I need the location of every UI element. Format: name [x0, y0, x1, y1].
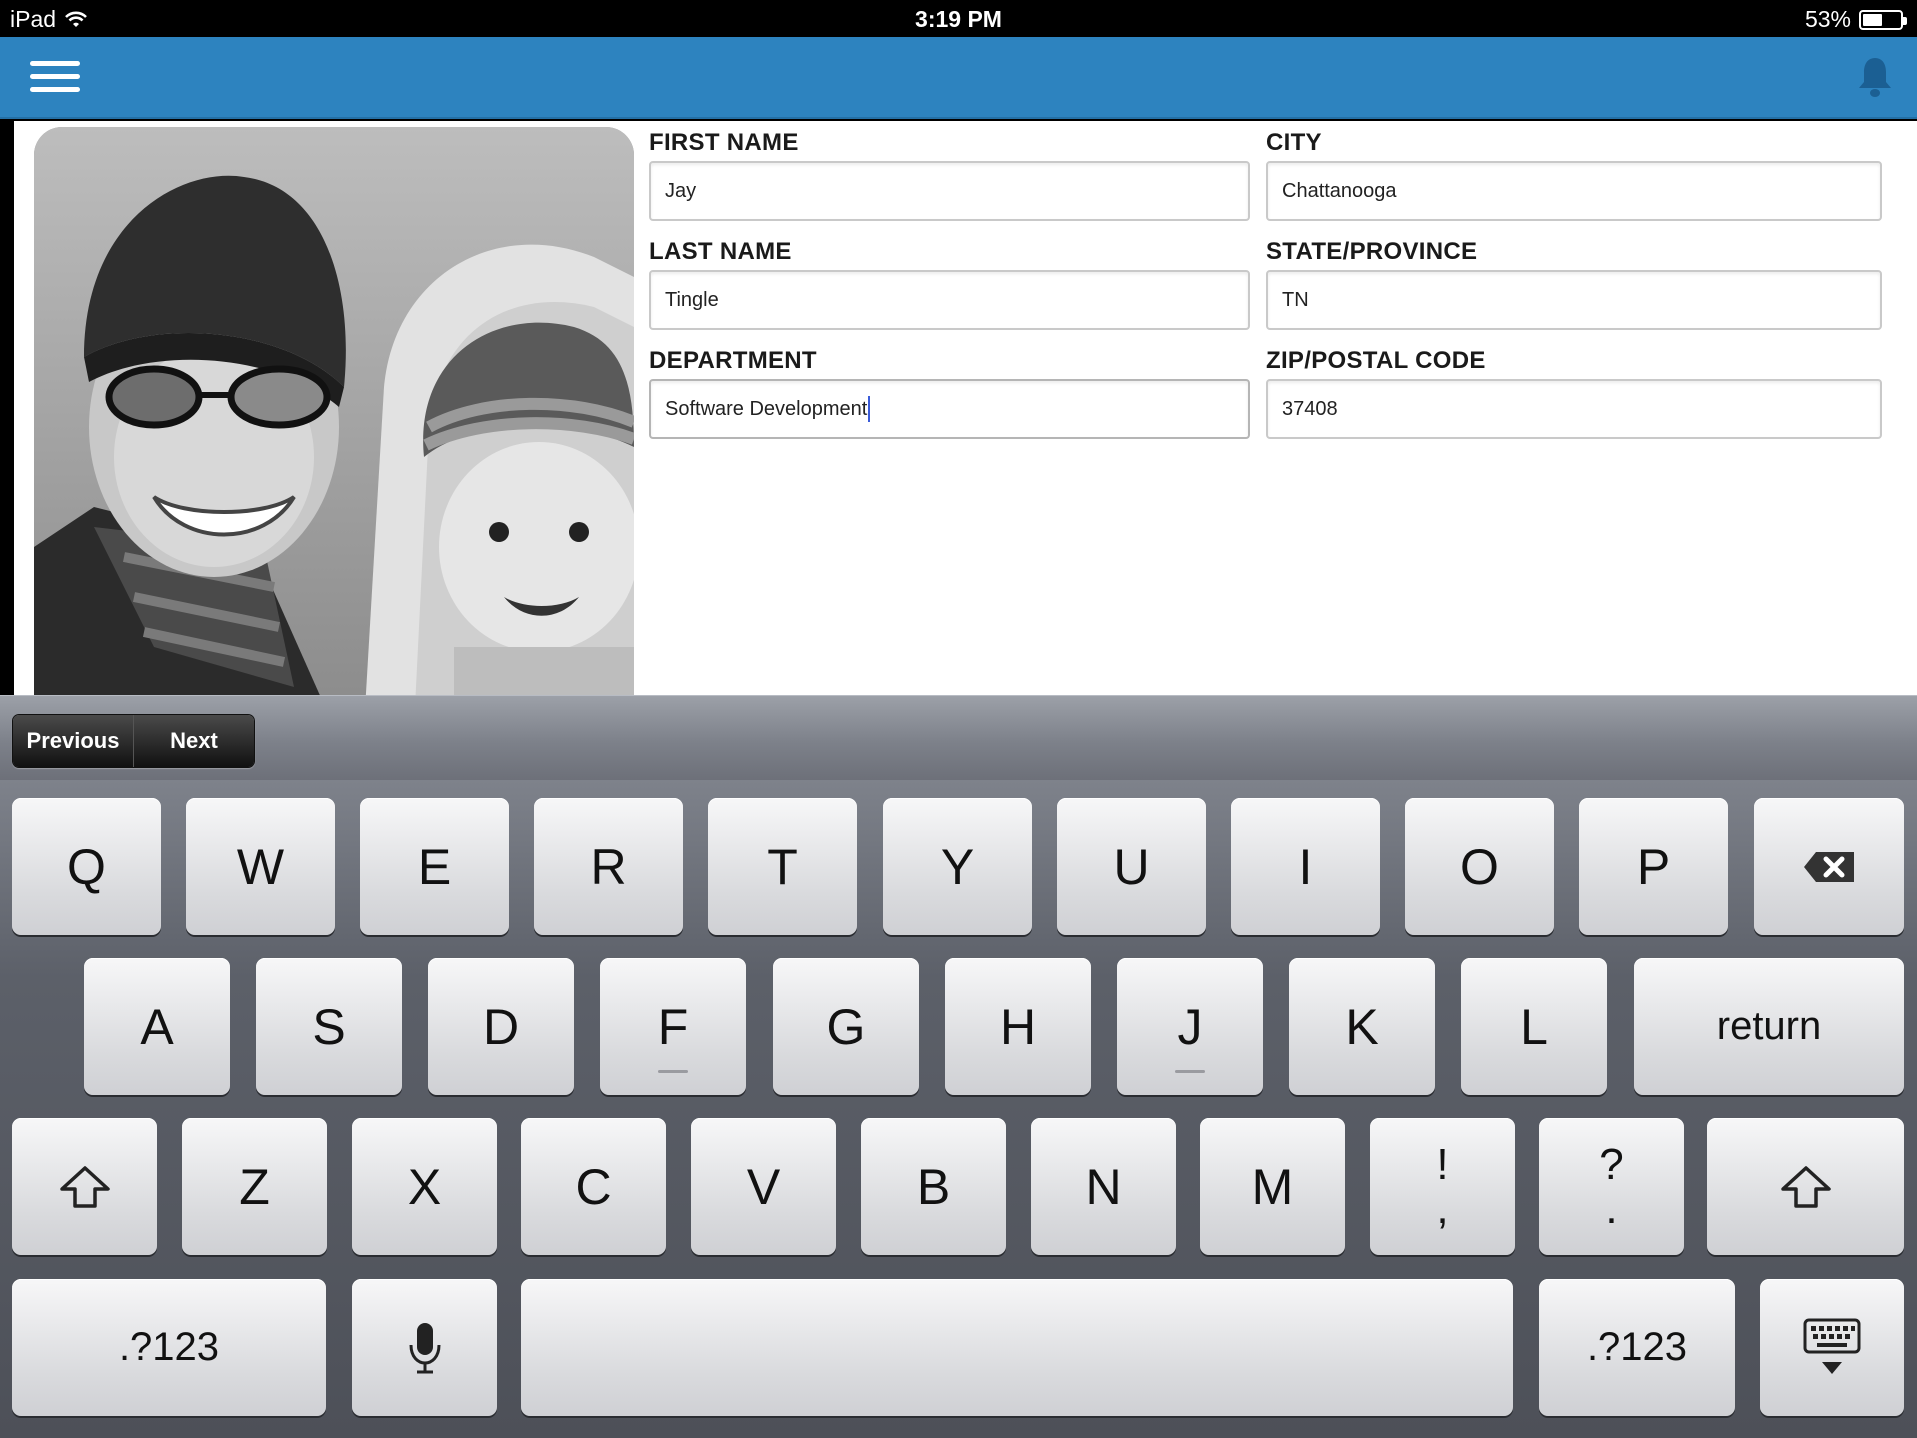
key-x[interactable]: X — [352, 1118, 497, 1255]
clock: 3:19 PM — [915, 6, 1002, 32]
key-c[interactable]: C — [521, 1118, 666, 1255]
key-l[interactable]: L — [1461, 958, 1607, 1095]
city-value: Chattanooga — [1282, 179, 1397, 202]
key-y[interactable]: Y — [883, 798, 1032, 935]
key-z[interactable]: Z — [182, 1118, 327, 1255]
last-name-label: LAST NAME — [649, 238, 792, 265]
zip-input[interactable]: 37408 — [1266, 379, 1882, 439]
city-field-group: CITY Chattanooga — [1266, 129, 1882, 221]
dismiss-keyboard-key[interactable] — [1760, 1279, 1904, 1416]
key-period-label: . — [1605, 1183, 1618, 1233]
status-bar: iPad 3:19 PM 53% — [0, 0, 1917, 37]
city-label: CITY — [1266, 129, 1322, 156]
key-e[interactable]: E — [360, 798, 509, 935]
key-o[interactable]: O — [1405, 798, 1554, 935]
dictation-key[interactable] — [352, 1279, 497, 1416]
shift-key-right[interactable] — [1707, 1118, 1904, 1255]
battery-percent: 53% — [1804, 6, 1851, 32]
key-d[interactable]: D — [428, 958, 574, 1095]
first-name-label: FIRST NAME — [649, 129, 799, 156]
key-t[interactable]: T — [708, 798, 857, 935]
key-r[interactable]: R — [534, 798, 683, 935]
next-button[interactable]: Next — [134, 715, 254, 767]
numbers-key-right[interactable]: .?123 — [1539, 1279, 1735, 1416]
backspace-key[interactable] — [1754, 798, 1904, 935]
battery-icon — [1859, 9, 1907, 30]
state-value: TN — [1282, 288, 1309, 311]
profile-photo — [34, 127, 634, 727]
state-label: STATE/PROVINCE — [1266, 238, 1478, 265]
key-q[interactable]: Q — [12, 798, 161, 935]
keyboard-accessory-bar: Previous Next — [0, 695, 1917, 780]
department-field-group: DEPARTMENT Software Development — [649, 347, 1250, 439]
key-comma-label: , — [1436, 1183, 1449, 1233]
department-label: DEPARTMENT — [649, 347, 817, 374]
key-v[interactable]: V — [691, 1118, 836, 1255]
key-m[interactable]: M — [1200, 1118, 1345, 1255]
shift-key-left[interactable] — [12, 1118, 157, 1255]
backspace-icon — [1804, 851, 1854, 882]
home-row-bump — [658, 1070, 688, 1073]
key-s[interactable]: S — [256, 958, 402, 1095]
last-name-input[interactable]: Tingle — [649, 270, 1250, 330]
hamburger-menu-icon[interactable] — [30, 61, 80, 97]
home-row-bump — [1175, 1070, 1205, 1073]
key-p[interactable]: P — [1579, 798, 1728, 935]
last-name-value: Tingle — [665, 288, 719, 311]
battery-fill — [1863, 13, 1883, 26]
zip-value: 37408 — [1282, 397, 1338, 420]
zip-field-group: ZIP/POSTAL CODE 37408 — [1266, 347, 1882, 439]
key-u[interactable]: U — [1057, 798, 1206, 935]
city-input[interactable]: Chattanooga — [1266, 161, 1882, 221]
state-field-group: STATE/PROVINCE TN — [1266, 238, 1882, 330]
app-header — [0, 37, 1917, 119]
key-exclaim-comma[interactable]: ! , — [1370, 1118, 1515, 1255]
department-input[interactable]: Software Development — [649, 379, 1250, 439]
department-value: Software Development — [665, 397, 868, 420]
key-h[interactable]: H — [945, 958, 1091, 1095]
key-f-label: F — [657, 998, 689, 1055]
first-name-value: Jay — [665, 179, 697, 202]
shift-icon — [1780, 1165, 1831, 1208]
key-question-period[interactable]: ? . — [1539, 1118, 1684, 1255]
space-bar[interactable] — [521, 1279, 1513, 1416]
state-input[interactable]: TN — [1266, 270, 1882, 330]
key-a[interactable]: A — [84, 958, 230, 1095]
key-g[interactable]: G — [773, 958, 919, 1095]
text-caret — [868, 396, 871, 422]
first-name-input[interactable]: Jay — [649, 161, 1250, 221]
status-right: 53% — [1804, 6, 1907, 33]
previous-button[interactable]: Previous — [13, 715, 134, 767]
key-n[interactable]: N — [1031, 1118, 1176, 1255]
return-key[interactable]: return — [1634, 958, 1904, 1095]
key-question-label: ? — [1599, 1139, 1624, 1189]
first-name-field-group: FIRST NAME Jay — [649, 129, 1250, 221]
bell-icon[interactable] — [1855, 55, 1895, 99]
key-j[interactable]: J — [1117, 958, 1263, 1095]
zip-label: ZIP/POSTAL CODE — [1266, 347, 1486, 374]
key-k[interactable]: K — [1289, 958, 1435, 1095]
key-j-label: J — [1177, 998, 1203, 1055]
key-i[interactable]: I — [1231, 798, 1380, 935]
microphone-icon — [409, 1322, 440, 1373]
key-w[interactable]: W — [186, 798, 335, 935]
profile-edit-panel: FIRST NAME Jay CITY Chattanooga LAST NAM… — [14, 121, 1917, 727]
key-b[interactable]: B — [861, 1118, 1006, 1255]
keyboard-dismiss-icon — [1803, 1318, 1861, 1374]
shift-icon — [59, 1165, 110, 1208]
profile-photo-image — [34, 127, 634, 727]
form-navigation: Previous Next — [12, 714, 255, 768]
last-name-field-group: LAST NAME Tingle — [649, 238, 1250, 330]
key-exclaim-label: ! — [1436, 1139, 1449, 1189]
onscreen-keyboard: Q W E R T Y U I O P A S D F G H J K L re… — [0, 780, 1917, 1438]
key-f[interactable]: F — [600, 958, 746, 1095]
numbers-key-left[interactable]: .?123 — [12, 1279, 326, 1416]
